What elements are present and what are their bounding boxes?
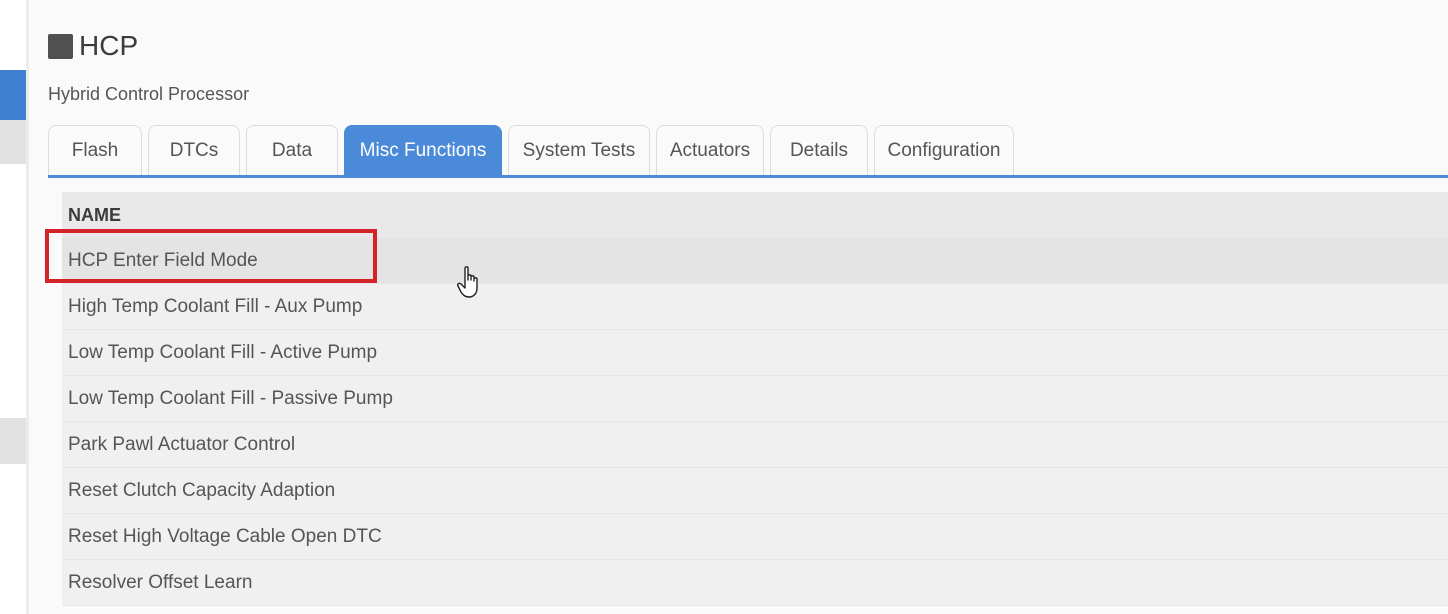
tab-system-tests[interactable]: System Tests bbox=[508, 125, 650, 175]
tab-label: Details bbox=[789, 139, 849, 161]
tab-underline bbox=[48, 175, 1448, 178]
table-row[interactable]: Park Pawl Actuator Control bbox=[62, 422, 1448, 468]
rail-item[interactable] bbox=[0, 418, 26, 464]
tab-label: DTCs bbox=[169, 139, 219, 161]
tab-label: Actuators bbox=[669, 139, 751, 161]
tab-dtcs[interactable]: DTCs bbox=[148, 125, 240, 175]
hand-pointer-icon bbox=[457, 266, 478, 298]
tab-data[interactable]: Data bbox=[246, 125, 338, 175]
tab-details[interactable]: Details bbox=[770, 125, 868, 175]
page-header: HCP bbox=[48, 30, 138, 62]
row-label: High Temp Coolant Fill - Aux Pump bbox=[68, 295, 363, 317]
table-row[interactable]: Resolver Offset Learn bbox=[62, 560, 1448, 606]
table-row[interactable]: HCP Enter Field Mode bbox=[62, 238, 1448, 284]
rail-item[interactable] bbox=[0, 120, 26, 164]
tab-misc-functions[interactable]: Misc Functions bbox=[344, 125, 502, 175]
tab-label: Configuration bbox=[887, 139, 1001, 161]
page-title: HCP bbox=[79, 30, 139, 61]
row-label: Resolver Offset Learn bbox=[68, 571, 253, 593]
row-label: HCP Enter Field Mode bbox=[68, 249, 258, 271]
tab-bar: Flash DTCs Data Misc Functions System Te… bbox=[48, 125, 1020, 178]
rail-active-indicator[interactable] bbox=[0, 70, 26, 120]
table-row[interactable]: Low Temp Coolant Fill - Passive Pump bbox=[62, 376, 1448, 422]
left-rail bbox=[0, 0, 26, 614]
column-header-name: NAME bbox=[62, 192, 1448, 238]
table-row[interactable]: High Temp Coolant Fill - Aux Pump bbox=[62, 284, 1448, 330]
tab-configuration[interactable]: Configuration bbox=[874, 125, 1014, 175]
square-icon bbox=[48, 33, 73, 59]
tab-flash[interactable]: Flash bbox=[48, 125, 142, 175]
table-row[interactable]: Reset High Voltage Cable Open DTC bbox=[62, 514, 1448, 560]
table-row[interactable]: Reset Clutch Capacity Adaption bbox=[62, 468, 1448, 514]
row-label: Reset Clutch Capacity Adaption bbox=[68, 479, 336, 501]
row-label: Park Pawl Actuator Control bbox=[68, 433, 296, 455]
row-label: Low Temp Coolant Fill - Active Pump bbox=[68, 341, 378, 363]
row-label: Reset High Voltage Cable Open DTC bbox=[68, 525, 382, 547]
tab-label: Flash bbox=[71, 139, 119, 161]
tab-label: Data bbox=[271, 139, 313, 161]
row-label: Low Temp Coolant Fill - Passive Pump bbox=[68, 387, 393, 409]
page-subtitle: Hybrid Control Processor bbox=[48, 84, 250, 104]
tab-label: Misc Functions bbox=[359, 139, 487, 161]
functions-table: NAME HCP Enter Field Mode High Temp Cool… bbox=[62, 192, 1448, 606]
module-panel: HCP Hybrid Control Processor Flash DTCs … bbox=[29, 0, 1448, 614]
table-row[interactable]: Low Temp Coolant Fill - Active Pump bbox=[62, 330, 1448, 376]
tab-actuators[interactable]: Actuators bbox=[656, 125, 764, 175]
tab-label: System Tests bbox=[522, 139, 636, 161]
